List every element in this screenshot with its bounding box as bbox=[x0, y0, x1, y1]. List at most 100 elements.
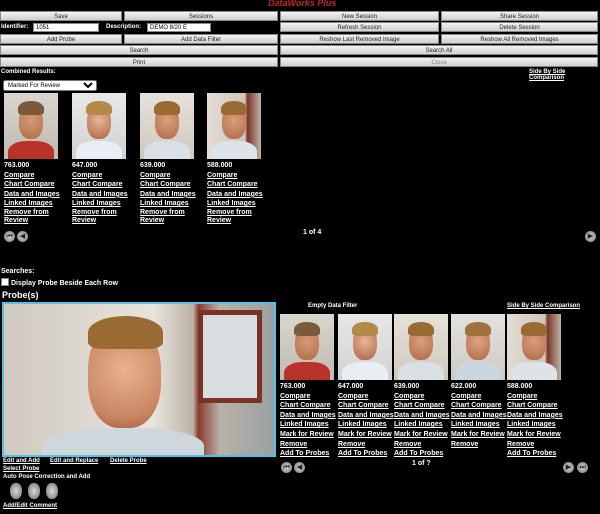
refresh-session-button[interactable]: Refresh Session bbox=[280, 22, 439, 32]
linked-images-link[interactable]: Linked Images bbox=[207, 199, 263, 209]
pose-icons[interactable] bbox=[10, 483, 60, 500]
reshow-last-removed-button[interactable]: Reshow Last Removed Image bbox=[280, 34, 439, 44]
chart-compare-link[interactable]: Chart Compare bbox=[451, 401, 507, 411]
compare-link[interactable]: Compare bbox=[338, 392, 394, 402]
delete-probe-link[interactable]: Delete Probe bbox=[110, 458, 147, 464]
data-and-images-link[interactable]: Data and Images bbox=[451, 411, 507, 421]
linked-images-link[interactable]: Linked Images bbox=[280, 420, 336, 430]
compare-link[interactable]: Compare bbox=[280, 392, 336, 402]
linked-images-link[interactable]: Linked Images bbox=[507, 420, 563, 430]
linked-images-link[interactable]: Linked Images bbox=[394, 420, 450, 430]
search-all-button[interactable]: Search All bbox=[280, 45, 598, 55]
edit-and-replace-link[interactable]: Edit and Replace bbox=[50, 458, 98, 464]
add-to-probes-link[interactable]: Add To Probes bbox=[338, 449, 394, 459]
add-edit-comment-link[interactable]: Add/Edit Comment bbox=[3, 503, 57, 509]
remove-link[interactable]: Remove bbox=[451, 440, 507, 450]
remove-from-review-link[interactable]: Remove from Review bbox=[140, 209, 196, 225]
select-probe-link[interactable]: Select Probe bbox=[3, 466, 39, 472]
linked-images-link[interactable]: Linked Images bbox=[338, 420, 394, 430]
linked-images-link[interactable]: Linked Images bbox=[72, 199, 128, 209]
remove-link[interactable]: Remove bbox=[338, 440, 394, 450]
data-and-images-link[interactable]: Data and Images bbox=[507, 411, 563, 421]
reshow-all-removed-button[interactable]: Reshow All Removed Images bbox=[441, 34, 598, 44]
mark-for-review-link[interactable]: Mark for Review bbox=[507, 430, 563, 440]
compare-link[interactable]: Compare bbox=[507, 392, 563, 402]
new-session-button[interactable]: New Session bbox=[280, 11, 439, 21]
combined-result-thumbnail[interactable] bbox=[140, 93, 194, 159]
combined-result-thumbnail[interactable] bbox=[72, 93, 126, 159]
linked-images-link[interactable]: Linked Images bbox=[451, 420, 507, 430]
share-session-button[interactable]: Share Session bbox=[441, 11, 598, 21]
linked-images-link[interactable]: Linked Images bbox=[140, 199, 196, 209]
close-button[interactable]: Close bbox=[280, 57, 598, 67]
search-button[interactable]: Search bbox=[0, 45, 278, 55]
remove-from-review-link[interactable]: Remove from Review bbox=[4, 209, 60, 225]
mark-for-review-link[interactable]: Mark for Review bbox=[338, 430, 394, 440]
chart-compare-link[interactable]: Chart Compare bbox=[140, 180, 196, 190]
remove-link[interactable]: Remove bbox=[280, 440, 336, 450]
search-last-page-icon[interactable]: ⏭ bbox=[577, 462, 588, 473]
linked-images-link[interactable]: Linked Images bbox=[4, 199, 60, 209]
review-filter-select[interactable]: Marked For Review bbox=[3, 80, 97, 91]
add-to-probes-link[interactable]: Add To Probes bbox=[507, 449, 563, 459]
compare-link[interactable]: Compare bbox=[140, 171, 196, 181]
data-and-images-link[interactable]: Data and Images bbox=[72, 190, 128, 200]
search-result-thumbnail[interactable] bbox=[280, 314, 334, 380]
display-probe-checkbox-row[interactable]: Display Probe Beside Each Row bbox=[1, 278, 118, 287]
search-result-thumbnail[interactable] bbox=[394, 314, 448, 380]
edit-and-add-link[interactable]: Edit and Add bbox=[3, 458, 40, 464]
remove-from-review-link[interactable]: Remove from Review bbox=[72, 209, 128, 225]
search-next-page-icon[interactable]: ▶ bbox=[563, 462, 574, 473]
identifier-input[interactable]: 1051 bbox=[33, 23, 99, 32]
chart-compare-link[interactable]: Chart Compare bbox=[507, 401, 563, 411]
compare-link[interactable]: Compare bbox=[451, 392, 507, 402]
data-and-images-link[interactable]: Data and Images bbox=[207, 190, 263, 200]
chart-compare-link[interactable]: Chart Compare bbox=[4, 180, 60, 190]
delete-session-button[interactable]: Delete Session bbox=[441, 22, 598, 32]
data-and-images-link[interactable]: Data and Images bbox=[140, 190, 196, 200]
search-result-thumbnail[interactable] bbox=[338, 314, 392, 380]
display-probe-checkbox[interactable] bbox=[1, 278, 9, 286]
add-to-probes-link[interactable]: Add To Probes bbox=[280, 449, 336, 459]
add-data-filter-button[interactable]: Add Data Filter bbox=[124, 34, 278, 44]
print-button[interactable]: Print bbox=[0, 57, 278, 67]
remove-link[interactable]: Remove bbox=[507, 440, 563, 450]
pose-right-icon[interactable] bbox=[46, 483, 58, 499]
compare-link[interactable]: Compare bbox=[4, 171, 60, 181]
search-side-by-side-link[interactable]: Side By Side Comparison bbox=[507, 303, 580, 309]
probe-image[interactable] bbox=[2, 302, 276, 457]
add-to-probes-link[interactable]: Add To Probes bbox=[394, 449, 450, 459]
description-input[interactable]: DEMO 8/20 E bbox=[147, 23, 211, 32]
chart-compare-link[interactable]: Chart Compare bbox=[280, 401, 336, 411]
mark-for-review-link[interactable]: Mark for Review bbox=[280, 430, 336, 440]
next-page-icon[interactable]: ▶ bbox=[585, 231, 596, 242]
combined-result-thumbnail[interactable] bbox=[4, 93, 58, 159]
compare-link[interactable]: Compare bbox=[394, 392, 450, 402]
mark-for-review-link[interactable]: Mark for Review bbox=[451, 430, 507, 440]
search-prev-page-icon[interactable]: ◀ bbox=[294, 462, 305, 473]
pose-left-icon[interactable] bbox=[10, 483, 22, 499]
add-probe-button[interactable]: Add Probe bbox=[0, 34, 122, 44]
data-and-images-link[interactable]: Data and Images bbox=[394, 411, 450, 421]
search-result-thumbnail[interactable] bbox=[451, 314, 505, 380]
data-and-images-link[interactable]: Data and Images bbox=[4, 190, 60, 200]
sessions-button[interactable]: Sessions bbox=[124, 11, 278, 21]
combined-result-thumbnail[interactable] bbox=[207, 93, 261, 159]
chart-compare-link[interactable]: Chart Compare bbox=[72, 180, 128, 190]
chart-compare-link[interactable]: Chart Compare bbox=[207, 180, 263, 190]
pose-front-icon[interactable] bbox=[28, 483, 40, 499]
prev-page-icon[interactable]: ◀ bbox=[17, 231, 28, 242]
chart-compare-link[interactable]: Chart Compare bbox=[394, 401, 450, 411]
mark-for-review-link[interactable]: Mark for Review bbox=[394, 430, 450, 440]
save-button[interactable]: Save bbox=[0, 11, 122, 21]
remove-from-review-link[interactable]: Remove from Review bbox=[207, 209, 263, 225]
search-first-page-icon[interactable]: ⏮ bbox=[281, 462, 292, 473]
remove-link[interactable]: Remove bbox=[394, 440, 450, 450]
data-and-images-link[interactable]: Data and Images bbox=[338, 411, 394, 421]
first-page-icon[interactable]: ⏮ bbox=[4, 231, 15, 242]
search-result-thumbnail[interactable] bbox=[507, 314, 561, 380]
combined-side-by-side-link[interactable]: Side By Side Comparison bbox=[529, 69, 600, 81]
compare-link[interactable]: Compare bbox=[207, 171, 263, 181]
compare-link[interactable]: Compare bbox=[72, 171, 128, 181]
data-and-images-link[interactable]: Data and Images bbox=[280, 411, 336, 421]
